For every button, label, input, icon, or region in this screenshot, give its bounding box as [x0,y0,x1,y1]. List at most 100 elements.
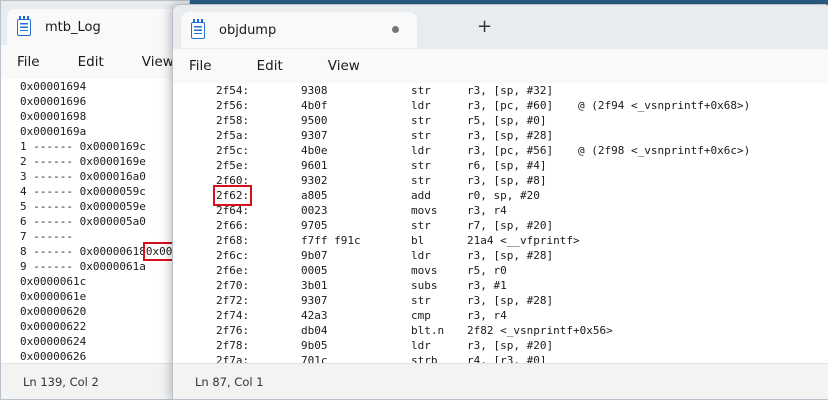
objdump-menu-view[interactable]: View [322,56,366,76]
disasm-mnemonic: ldr [411,144,431,157]
log-line: 0x00000620 [20,304,86,319]
log-line: 0x0000061c [20,274,86,289]
disasm-opcode: a805 [301,189,328,202]
disasm-comment: @ (2f98 <_vsnprintf+0x6c>) [578,144,751,157]
disasm-operands: r4, [r3, #0] [467,354,547,363]
log-tab-strip: mtb_Log [1,1,189,45]
disasm-operands: r3, r4 [467,204,507,217]
disasm-row: 2f72: 9307 str r3, [sp, #28] [173,293,828,308]
notepad-icon [191,18,205,39]
log-cursor-position: Ln 139, Col 2 [23,374,99,389]
disasm-mnemonic: subs [411,279,438,292]
disasm-comment: @ (2f94 <_vsnprintf+0x68>) [578,99,751,112]
disasm-opcode: 701c [301,354,328,363]
disasm-mnemonic: blt.n [411,324,445,337]
disasm-operands: r3, #1 [467,279,507,292]
disasm-address: 2f6e: [216,264,250,277]
disasm-row: 2f70: 3b01 subs r3, #1 [173,278,828,293]
log-line: 2 ------ 0x0000169e [20,154,146,169]
log-line: 6 ------ 0x000005a0 [20,214,146,229]
objdump-window: objdump + File Edit View 2f54: 9308 str r3,… [172,4,828,400]
disasm-opcode: 3b01 [301,279,328,292]
log-line: 3 ------ 0x000016a0 [20,169,146,184]
disasm-address: 2f58: [216,114,250,127]
log-line-text: 0x00000626 [20,350,87,363]
disasm-mnemonic: str [411,219,431,232]
log-status-bar: Ln 139, Col 2 [1,363,189,399]
log-line-text: 5 ------ 0x0000059e [20,200,146,213]
disasm-mnemonic: bl [411,234,425,247]
disasm-opcode: 9500 [301,114,328,127]
disasm-opcode: 9307 [301,129,328,142]
disasm-row: 2f54: 9308 str r3, [sp, #32] [173,83,828,98]
disasm-row: 2f7a: 701c strb r4, [r3, #0] [173,353,828,363]
disasm-address: 2f72: [216,294,250,307]
log-line-text: 0x0000061e [20,290,87,303]
log-line: 0x0000061e [20,289,86,304]
log-line-text: 2 ------ 0x0000169e [20,155,146,168]
disasm-opcode: 0005 [301,264,328,277]
disasm-mnemonic: str [411,84,431,97]
log-line-text: 3 ------ 0x000016a0 [20,170,146,183]
tab-objdump[interactable]: objdump [181,12,417,48]
disasm-operands: 21a4 <__vfprintf> [467,234,580,247]
log-line-text: 0x00000622 [20,320,87,333]
disasm-address: 2f5c: [216,144,250,157]
log-line-text: 8 ------ 0x00000618 [20,245,146,258]
log-line-text: 9 ------ 0x0000061a [20,260,146,273]
disasm-opcode: f7ff f91c [301,234,361,247]
log-line-text: 0x00000620 [20,305,87,318]
log-line-text: 1 ------ 0x0000169c [20,140,146,153]
disasm-mnemonic: cmp [411,309,431,322]
disasm-opcode: 9307 [301,294,328,307]
disasm-row: 2f5e: 9601 str r6, [sp, #4] [173,158,828,173]
highlighted-address: 2f62: [212,185,253,206]
disasm-row: 2f78: 9b05 ldr r3, [sp, #20] [173,338,828,353]
disasm-row: 2f60: 9302 str r3, [sp, #8] [173,173,828,188]
log-line: 7 ------ [20,229,80,244]
log-line: 4 ------ 0x0000059c [20,184,146,199]
unsaved-dot-icon[interactable] [392,26,399,33]
log-menu-file[interactable]: File [11,52,46,72]
log-line: 0x00000626 [20,349,86,363]
disasm-mnemonic: str [411,159,431,172]
log-menu-bar: File Edit View [1,45,189,79]
log-line-text: 0x00001698 [20,110,87,123]
disasm-operands: r5, [sp, #0] [467,114,547,127]
disasm-operands: r3, [pc, #56] [467,144,554,157]
tab-mtb-log[interactable]: mtb_Log [7,9,183,45]
disasm-mnemonic: movs [411,264,438,277]
disasm-row: 2f56: 4b0f ldr r3, [pc, #60] @ (2f94 <_vsnpr… [173,98,828,113]
disasm-row: 2f5a: 9307 str r3, [sp, #28] [173,128,828,143]
objdump-menu-bar: File Edit View [173,49,828,83]
disasm-operands: r6, [sp, #4] [467,159,547,172]
disasm-opcode: 0023 [301,204,328,217]
new-tab-button[interactable]: + [477,18,492,36]
disasm-operands: r0, sp, #20 [467,189,540,202]
disasm-operands: 2f82 <_vsnprintf+0x56> [467,324,613,337]
disasm-mnemonic: ldr [411,99,431,112]
objdump-text-area[interactable]: 2f54: 9308 str r3, [sp, #32] 2f56: 4b0f ldr r3,… [173,83,828,363]
log-line-text: 0x00001694 [20,80,87,93]
log-line: 0x0000169a [20,124,86,139]
objdump-menu-file[interactable]: File [183,56,218,76]
log-menu-edit[interactable]: Edit [72,52,110,72]
notepad-icon [17,15,31,36]
disasm-opcode: 4b0e [301,144,328,157]
disasm-operands: r3, [sp, #28] [467,129,554,142]
disasm-address: 2f66: [216,219,250,232]
objdump-menu-edit[interactable]: Edit [251,56,289,76]
disasm-address: 2f74: [216,309,250,322]
log-line: 5 ------ 0x0000059e [20,199,146,214]
log-line: 0x00000624 [20,334,86,349]
disasm-mnemonic: str [411,294,431,307]
disasm-operands: r3, [sp, #8] [467,174,547,187]
log-line: 8 ------ 0x000006180x00002f6c [20,242,189,261]
log-line: 1 ------ 0x0000169c [20,139,146,154]
disasm-row: 2f68: f7ff f91c bl 21a4 <__vfprintf> [173,233,828,248]
log-text-area[interactable]: 0x00001694 0x00001696 0x00001698 0x0000169a… [1,79,189,363]
log-tab-title: mtb_Log [45,19,101,35]
disasm-row: 2f62: a805 add r0, sp, #20 [173,185,828,206]
disasm-address: 2f7a: [216,354,250,363]
objdump-tab-strip: objdump + [173,5,828,49]
